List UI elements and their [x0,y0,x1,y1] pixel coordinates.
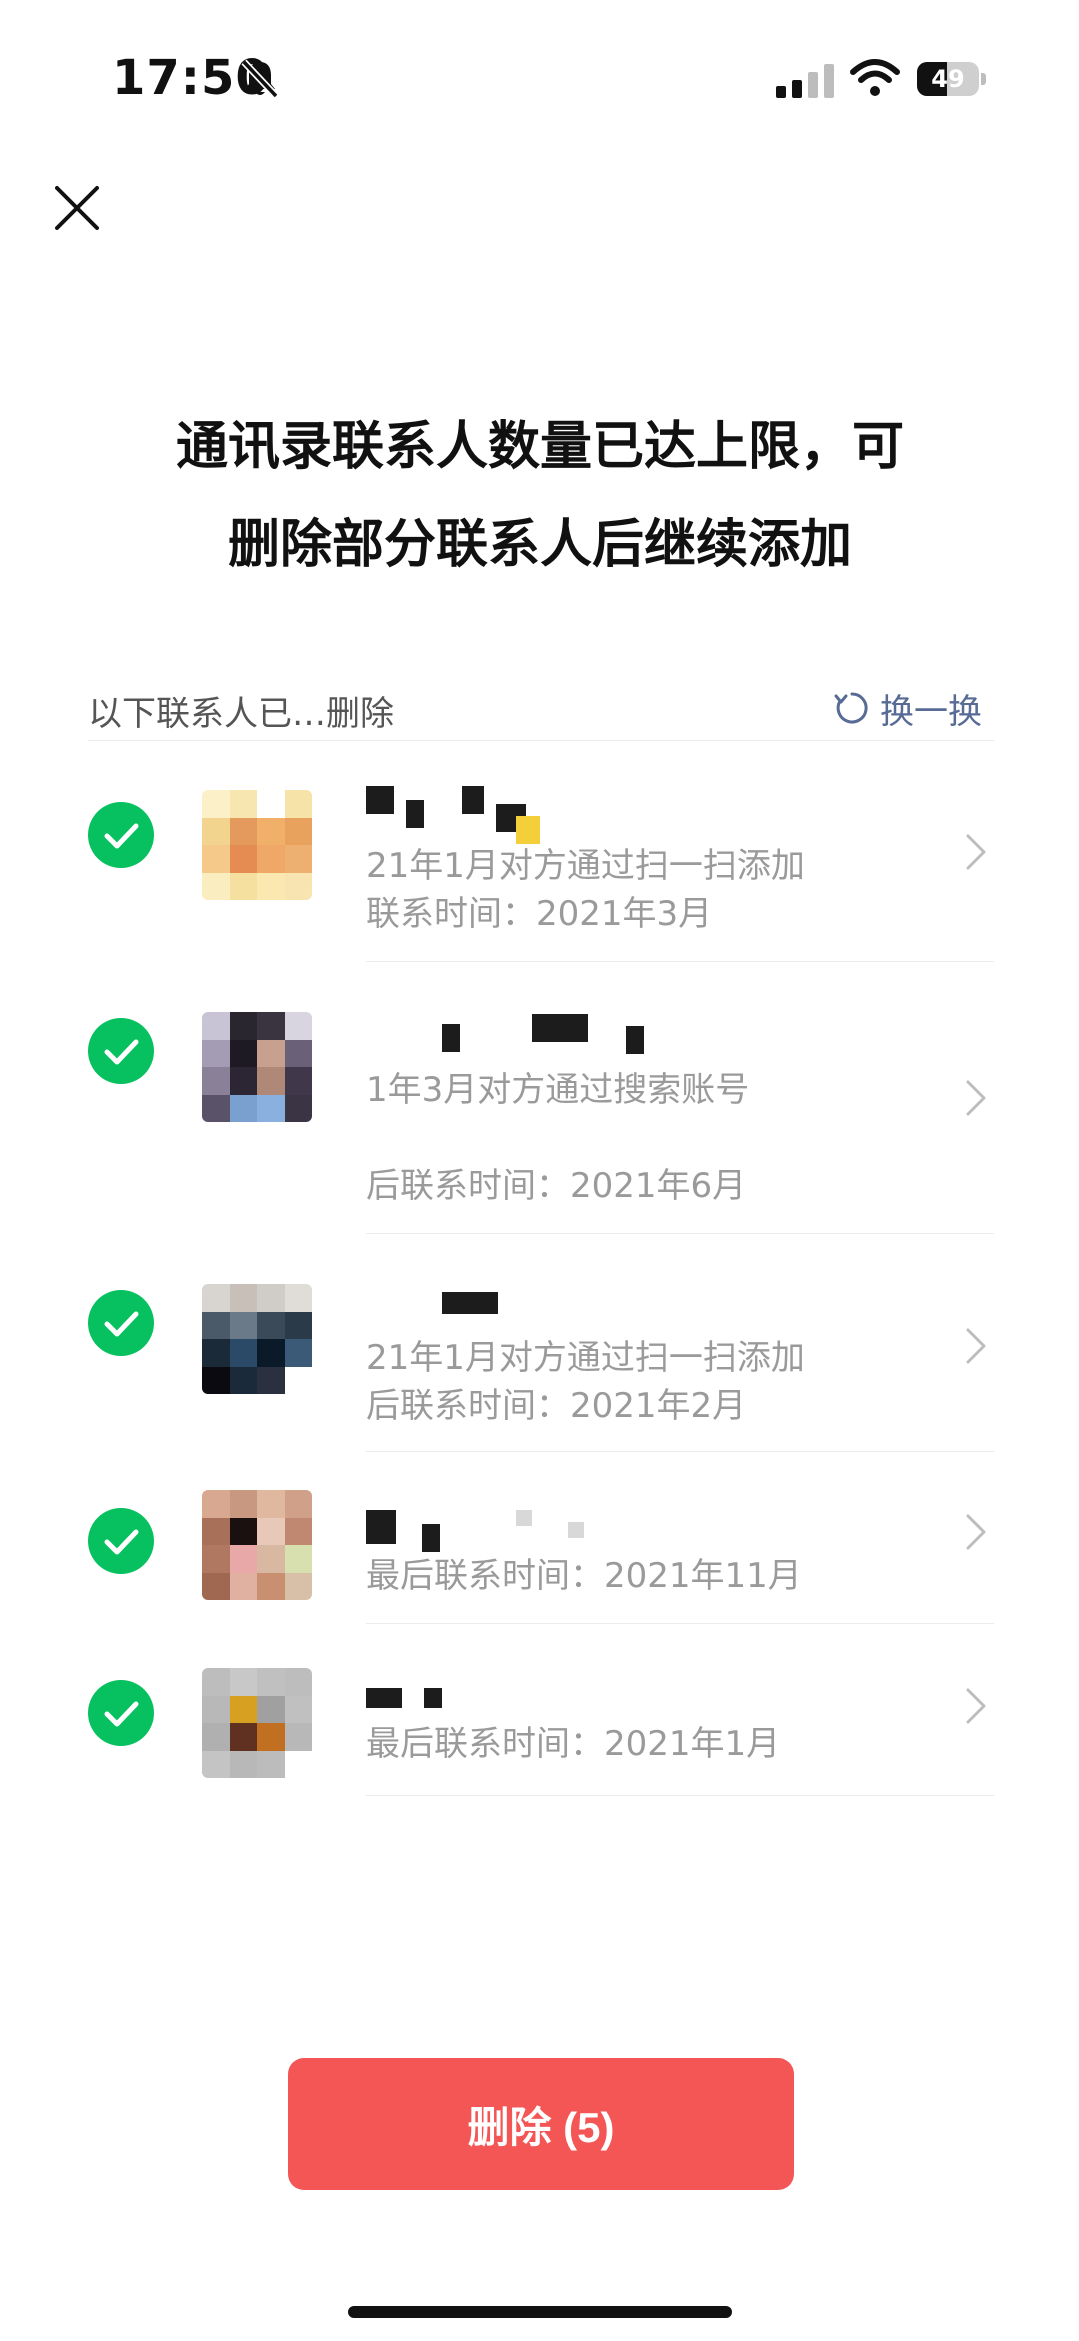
chevron-right-icon [966,1514,986,1550]
contact-name-redacted [366,786,566,844]
section-label: 以下联系人已…删除 [88,694,394,734]
page-title: 通讯录联系人数量已达上限，可 删除部分联系人后继续添加 [80,398,1000,594]
wifi-icon [850,59,900,96]
contact-row[interactable]: 21年1月对方通过扫一扫添加 联系时间：2021年3月 [0,740,1079,962]
check-circle-icon[interactable] [88,1018,154,1084]
divider [366,1795,994,1796]
delete-button[interactable]: 删除 (5) [288,2058,794,2190]
title-line-2: 删除部分联系人后继续添加 [227,515,852,575]
battery-percent: 49 [931,65,965,93]
avatar [202,1490,312,1600]
contact-row[interactable]: 最后联系时间：2021年11月 [0,1452,1079,1624]
contact-row[interactable]: 21年1月对方通过扫一扫添加 后联系时间：2021年2月 [0,1234,1079,1452]
bell-muted-icon [241,59,279,99]
check-circle-icon[interactable] [88,802,154,868]
chevron-right-icon [966,1328,986,1364]
chevron-right-icon [966,834,986,870]
battery-indicator: 49 [917,62,987,96]
chevron-right-icon [966,1688,986,1724]
contact-detail: 21年1月对方通过扫一扫添加 [366,846,805,886]
avatar [202,1284,312,1394]
contact-detail: 最后联系时间：2021年11月 [366,1556,802,1596]
contact-detail: 最后联系时间：2021年1月 [366,1724,781,1764]
contact-detail: 21年1月对方通过扫一扫添加 [366,1338,805,1378]
refresh-icon [834,692,868,724]
refresh-label: 换一换 [880,691,982,732]
avatar [202,790,312,900]
home-indicator[interactable] [348,2306,732,2318]
status-bar: 17:50 49 [0,0,1079,150]
contact-detail: 后联系时间：2021年6月 [366,1166,747,1206]
avatar [202,1012,312,1122]
contact-detail: 联系时间：2021年3月 [366,894,713,934]
contact-detail: 后联系时间：2021年2月 [366,1386,747,1426]
close-icon[interactable] [52,183,102,233]
cellular-signal-icon [776,64,834,98]
refresh-button[interactable]: 换一换 [834,684,982,732]
contact-row[interactable]: 最后联系时间：2021年1月 [0,1624,1079,1796]
contact-detail: 1年3月对方通过搜索账号 [366,1070,750,1110]
avatar [202,1668,312,1778]
check-circle-icon[interactable] [88,1680,154,1746]
check-circle-icon[interactable] [88,1508,154,1574]
title-line-1: 通讯录联系人数量已达上限，可 [175,417,904,477]
chevron-right-icon [966,1080,986,1116]
check-circle-icon[interactable] [88,1290,154,1356]
contact-row[interactable]: 1年3月对方通过搜索账号 后联系时间：2021年6月 [0,962,1079,1234]
